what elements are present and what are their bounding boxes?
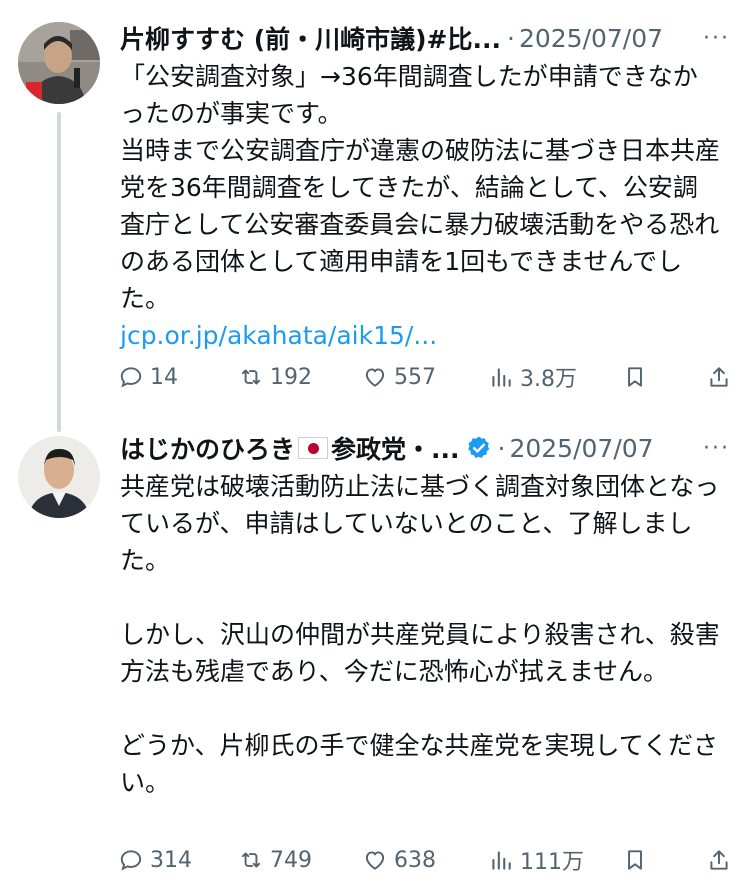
author-name-suffix[interactable]: 参政党・... <box>331 430 460 466</box>
share-button[interactable] <box>706 364 732 390</box>
bookmark-button[interactable] <box>622 364 706 390</box>
tweet-date[interactable]: 2025/07/07 <box>519 24 663 53</box>
share-button[interactable] <box>706 847 732 873</box>
views-count: 3.8万 <box>520 367 577 392</box>
share-icon <box>710 367 728 387</box>
like-count: 557 <box>394 364 436 390</box>
tweet-link[interactable]: jcp.or.jp/akahata/aik15/... <box>120 317 720 354</box>
tweet-thread: 片柳すすむ (前・川崎市議)#比... · 2025/07/07 ··· 「公安… <box>0 0 750 888</box>
tweet-text-content: 共産党は破壊活動防止法に基づく調査対象団体となっているが、申請はしていないとのこ… <box>120 472 720 797</box>
retweet-count: 749 <box>270 847 312 873</box>
reply-button[interactable]: 14 <box>118 364 238 390</box>
tweet-actions: 314 749 638 111万 <box>118 840 732 880</box>
tweet-header: はじかのひろき 参政党・... · 2025/07/07 ··· <box>120 428 732 468</box>
reply-button[interactable]: 314 <box>118 847 238 873</box>
like-icon <box>365 851 385 870</box>
like-button[interactable]: 638 <box>362 847 488 873</box>
reply-count: 314 <box>150 847 192 873</box>
more-options-icon[interactable]: ··· <box>703 436 732 461</box>
tweet-2[interactable]: はじかのひろき 参政党・... · 2025/07/07 ··· 共産党は破壊活… <box>0 420 750 888</box>
tweet-1[interactable]: 片柳すすむ (前・川崎市議)#比... · 2025/07/07 ··· 「公安… <box>0 0 750 420</box>
verified-badge-icon <box>467 436 489 458</box>
like-count: 638 <box>394 847 436 873</box>
reply-count: 14 <box>150 364 178 390</box>
like-button[interactable]: 557 <box>362 364 488 390</box>
like-icon <box>365 368 385 387</box>
japan-flag-icon <box>298 437 329 459</box>
views-button[interactable]: 111万 <box>488 844 622 876</box>
tweet-header: 片柳すすむ (前・川崎市議)#比... · 2025/07/07 ··· <box>120 18 732 58</box>
retweet-button[interactable]: 749 <box>238 847 362 873</box>
views-count: 111万 <box>520 850 584 875</box>
share-icon <box>710 850 728 870</box>
tweet-date[interactable]: 2025/07/07 <box>509 434 653 463</box>
author-name[interactable]: 片柳すすむ (前・川崎市議)#比... <box>120 20 501 56</box>
tweet-actions: 14 192 557 3.8万 <box>118 357 732 397</box>
avatar-1[interactable] <box>18 22 100 104</box>
bookmark-icon <box>628 367 642 387</box>
more-options-icon[interactable]: ··· <box>703 26 732 51</box>
bookmark-button[interactable] <box>622 847 706 873</box>
author-name[interactable]: はじかのひろき <box>120 430 295 466</box>
retweet-icon <box>241 369 261 385</box>
retweet-icon <box>241 852 261 868</box>
views-icon <box>492 851 511 870</box>
avatar-2[interactable] <box>18 436 100 518</box>
reply-icon <box>120 850 142 871</box>
views-icon <box>492 368 511 387</box>
tweet-text-content: 「公安調査対象」→36年間調査したが申請できなかったのが事実です。 当時まで公安… <box>120 62 721 313</box>
reply-icon <box>120 367 142 388</box>
retweet-count: 192 <box>270 364 312 390</box>
header-separator: · <box>507 23 515 53</box>
views-button[interactable]: 3.8万 <box>488 361 622 393</box>
retweet-button[interactable]: 192 <box>238 364 362 390</box>
tweet-text: 共産党は破壊活動防止法に基づく調査対象団体となっているが、申請はしていないとのこ… <box>120 468 720 801</box>
bookmark-icon <box>628 850 642 870</box>
tweet-text: 「公安調査対象」→36年間調査したが申請できなかったのが事実です。 当時まで公安… <box>120 58 720 354</box>
header-separator: · <box>497 433 506 463</box>
